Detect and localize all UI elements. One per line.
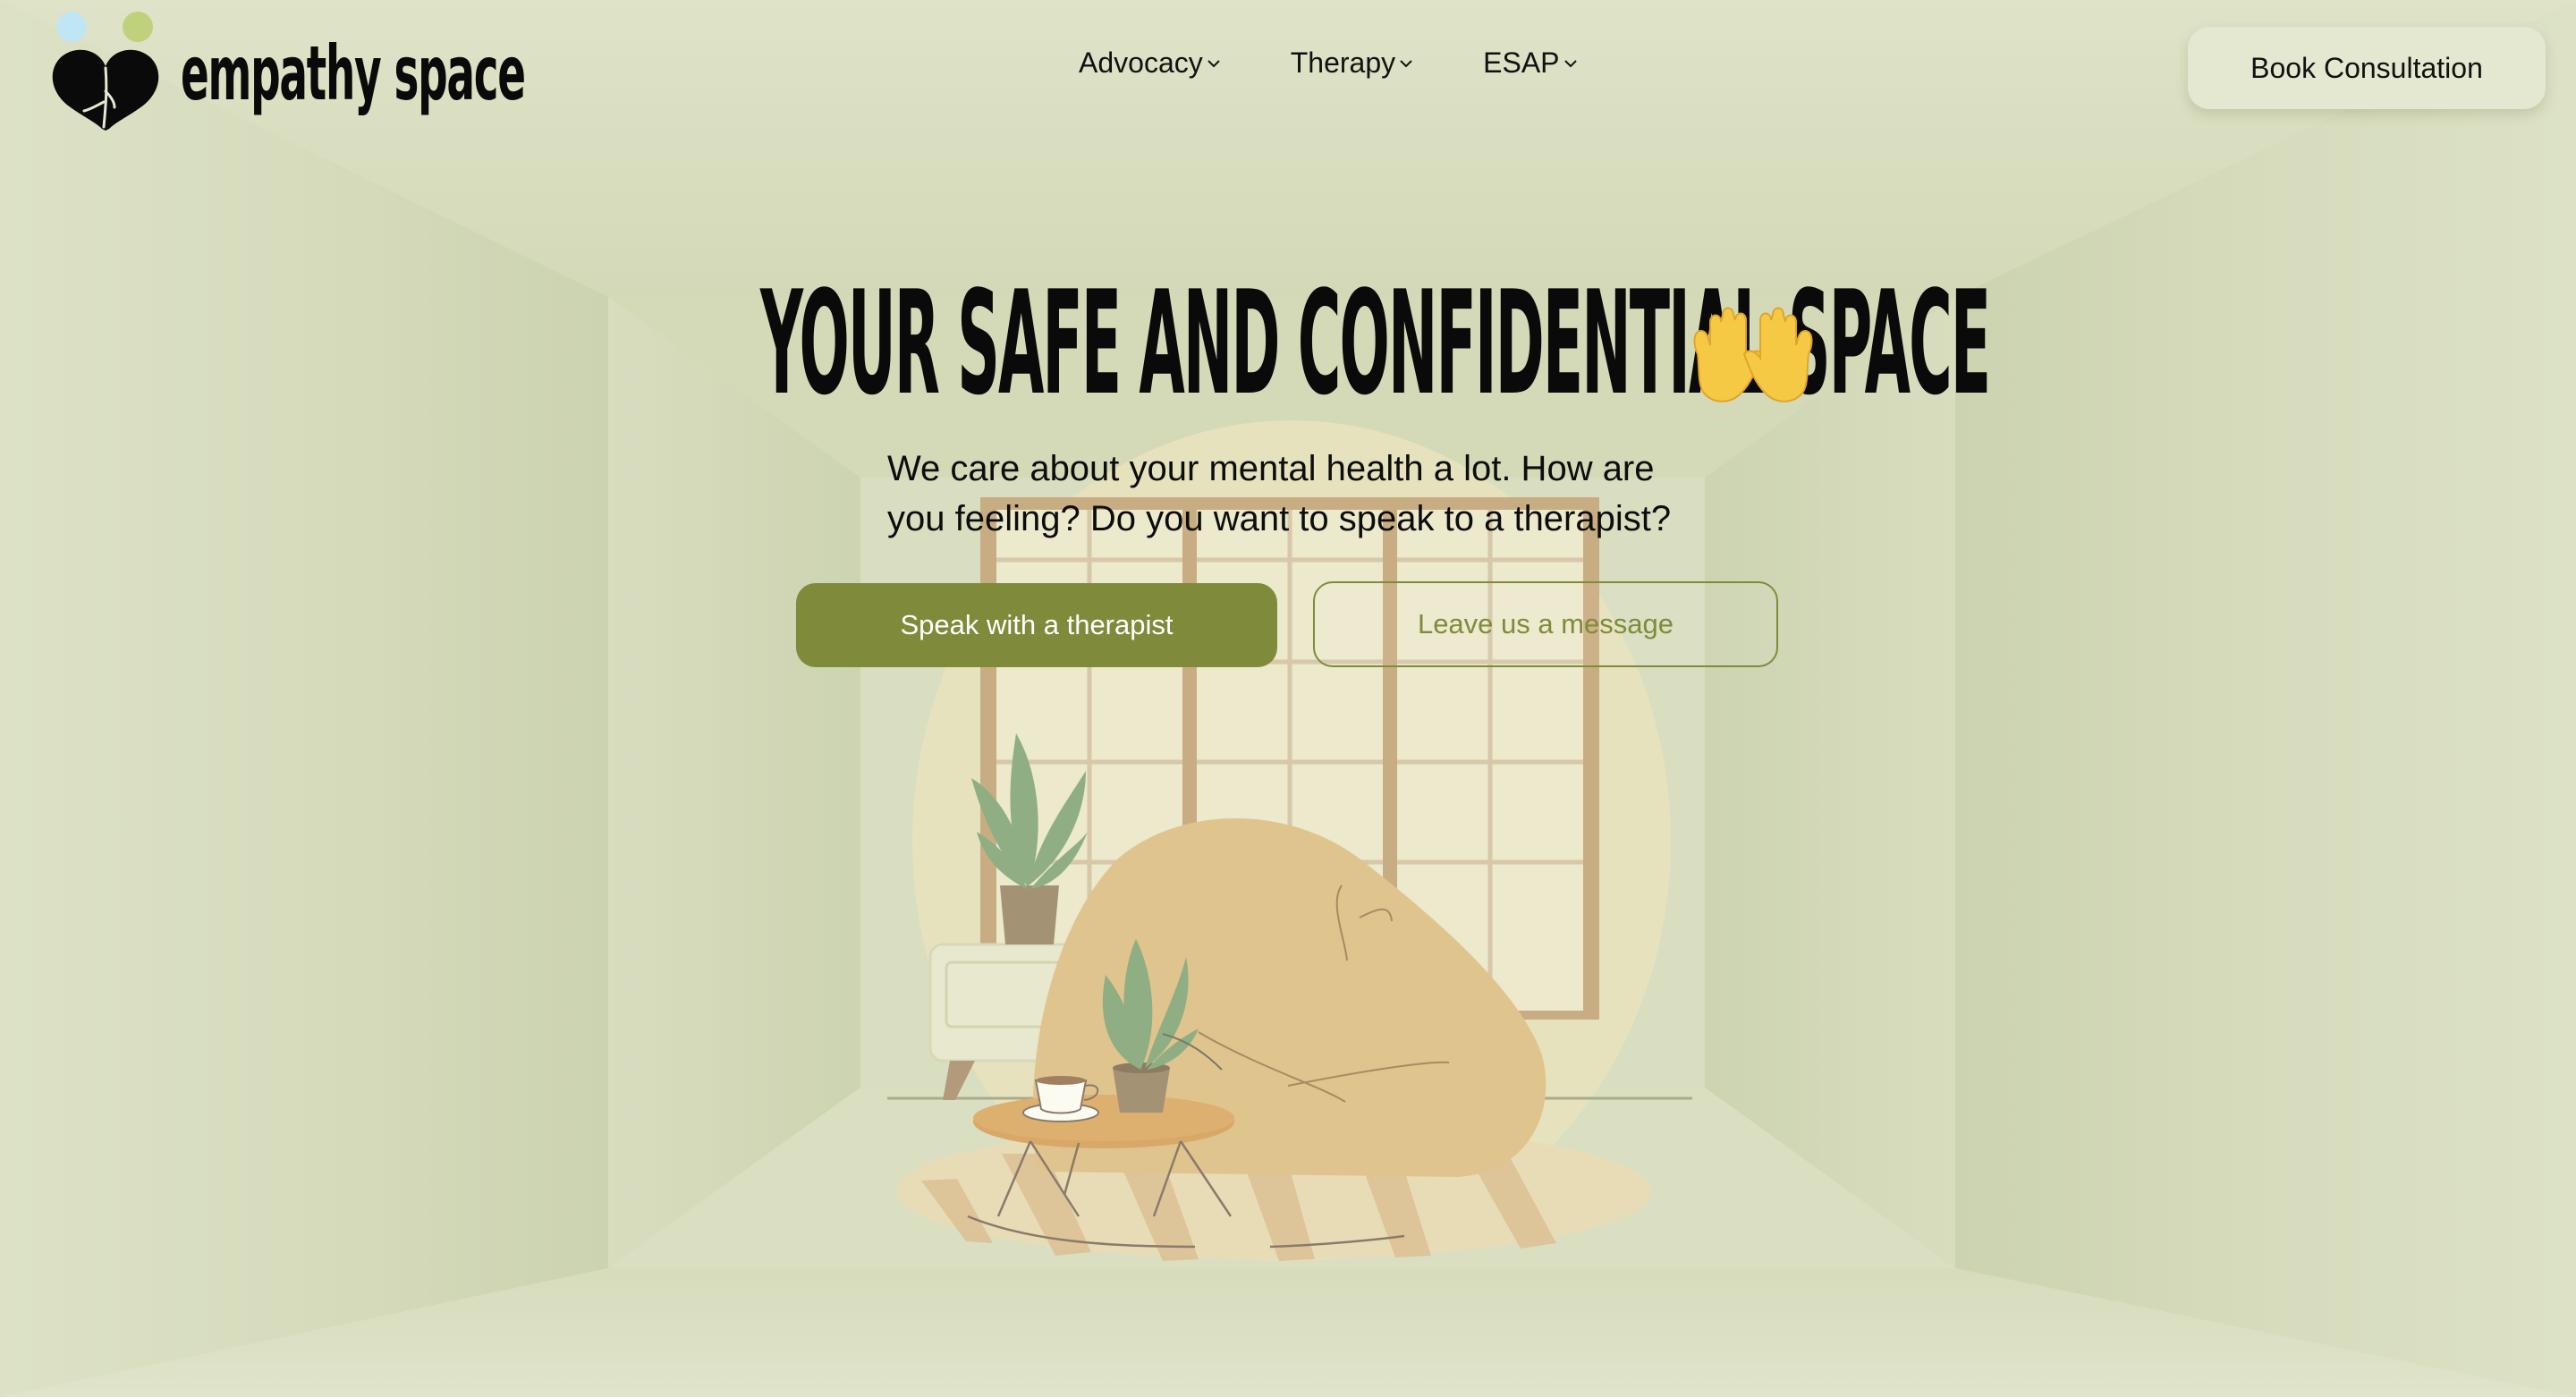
book-consultation-button[interactable]: Book Consultation <box>2188 27 2546 109</box>
page: empathy space Advocacy Therapy ESAP Book… <box>0 0 2576 1397</box>
nav-advocacy[interactable]: Advocacy <box>1079 47 1223 80</box>
hero-subtitle: We care about your mental health a lot. … <box>887 444 1692 544</box>
brand-name: empathy space <box>181 30 526 117</box>
nav-therapy[interactable]: Therapy <box>1291 47 1415 80</box>
heart-logo-icon <box>52 12 159 131</box>
nav-advocacy-label: Advocacy <box>1079 47 1203 79</box>
chevron-down-icon <box>1563 59 1577 67</box>
speak-with-therapist-button[interactable]: Speak with a therapist <box>796 583 1277 667</box>
nav-esap[interactable]: ESAP <box>1483 47 1579 80</box>
nav-therapy-label: Therapy <box>1290 47 1396 79</box>
hero-title: YOUR SAFE AND CONFIDENTIAL SPACE <box>760 272 2576 415</box>
main-nav: Advocacy Therapy ESAP <box>1079 47 1648 80</box>
chevron-down-icon <box>1208 59 1220 67</box>
leave-message-button[interactable]: Leave us a message <box>1313 581 1778 667</box>
hero-subtitle-line2: you feeling? Do you want to speak to a t… <box>887 499 1672 538</box>
room-background-illustration <box>0 0 2576 1397</box>
brand-logo[interactable]: empathy space <box>48 9 526 131</box>
site-header: empathy space Advocacy Therapy ESAP Book… <box>0 0 2576 134</box>
chevron-down-icon <box>1400 59 1412 67</box>
raised-hands-icon <box>1693 307 1813 402</box>
nav-esap-label: ESAP <box>1483 47 1560 79</box>
hero-subtitle-line1: We care about your mental health a lot. … <box>887 449 1655 488</box>
